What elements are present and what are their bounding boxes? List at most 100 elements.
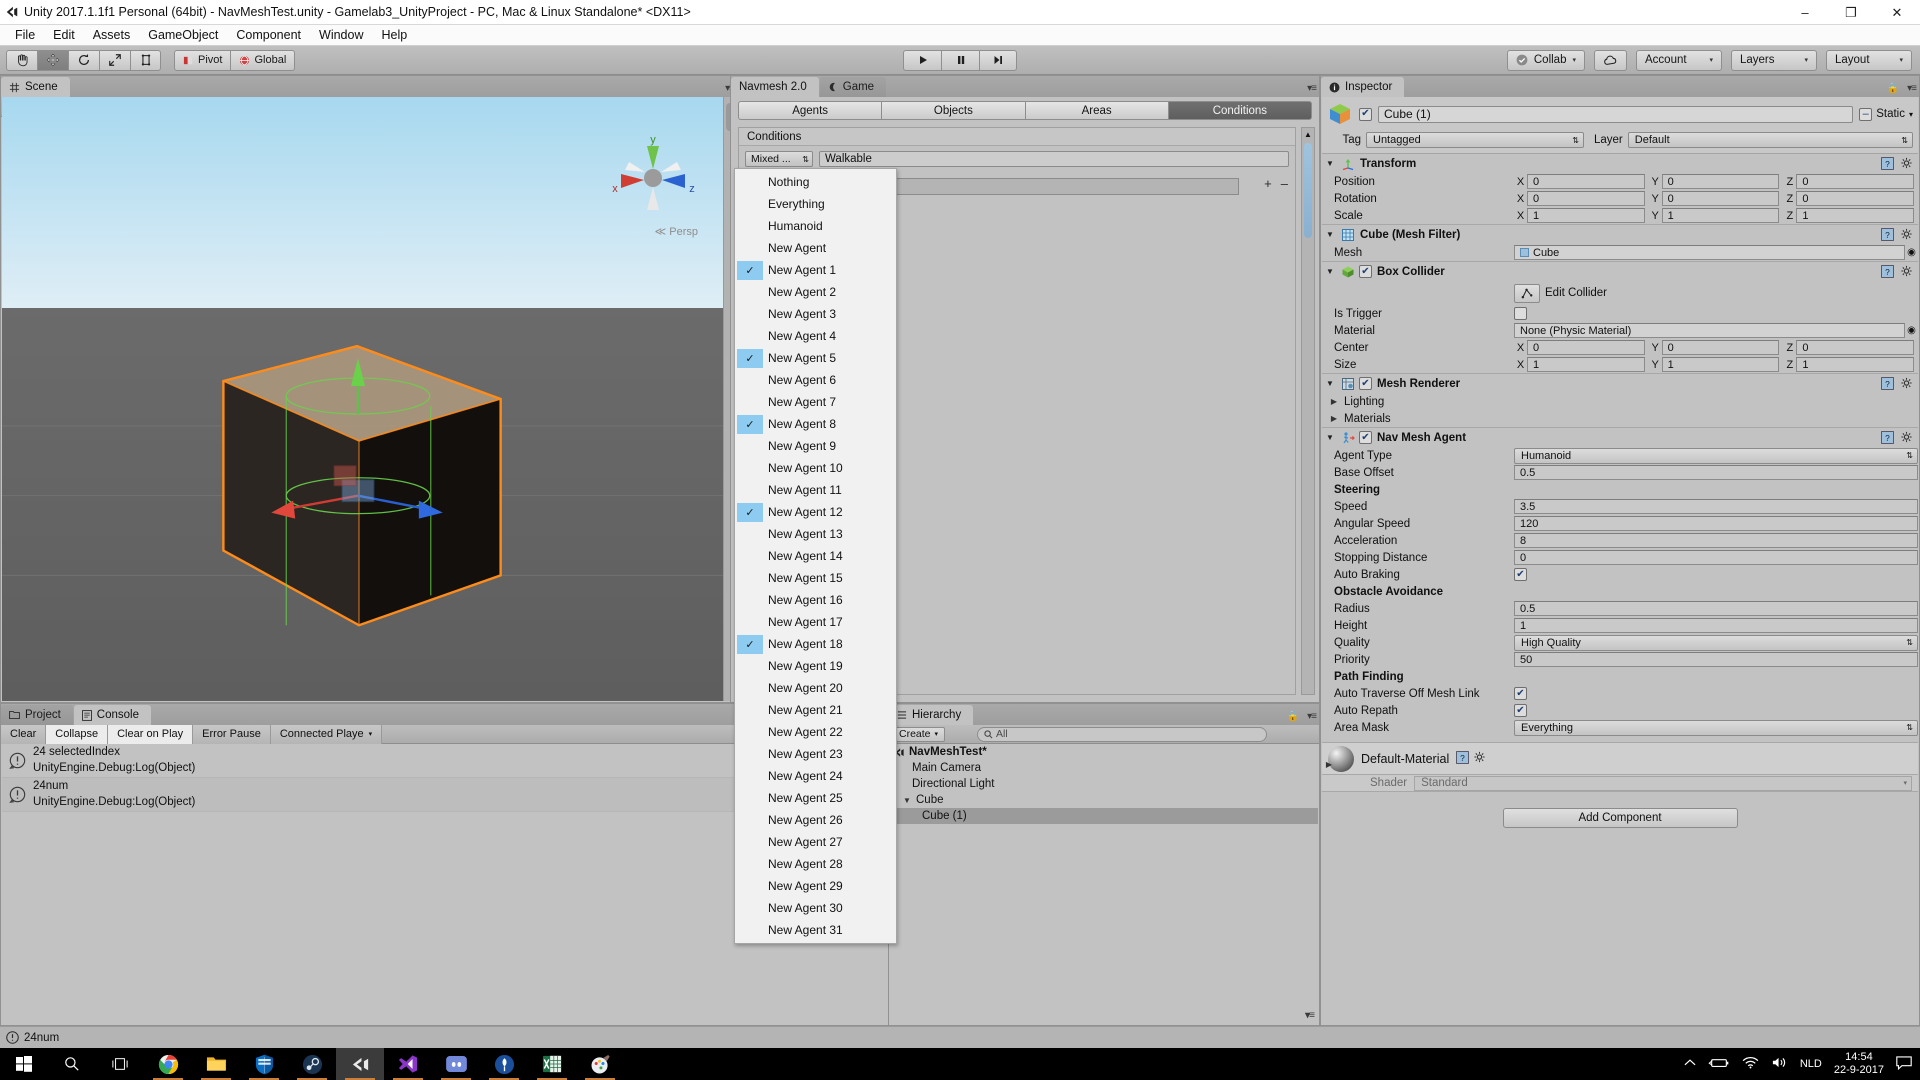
step-button[interactable] <box>979 49 1017 71</box>
gear-icon[interactable] <box>1900 431 1913 444</box>
dropdown-item-new-agent-29[interactable]: New Agent 29 <box>735 875 896 897</box>
scale-x-input[interactable]: 1 <box>1527 208 1645 223</box>
taskbar-windows-security[interactable] <box>240 1048 288 1080</box>
condition-list-box[interactable] <box>871 178 1239 195</box>
subtab-objects[interactable]: Objects <box>881 101 1025 120</box>
size-y-input[interactable]: 1 <box>1661 357 1780 372</box>
dropdown-item-new-agent-1[interactable]: ✓ New Agent 1 <box>735 259 896 281</box>
mesh-renderer-enabled-checkbox[interactable] <box>1359 377 1372 390</box>
console-clear-on-play-button[interactable]: Clear on Play <box>108 724 194 744</box>
nav-mesh-agent-header[interactable]: ▼ Nav Mesh Agent ? <box>1322 428 1918 447</box>
lock-icon[interactable]: 🔒 <box>1287 711 1299 722</box>
lighting-foldout[interactable]: ▶ Lighting <box>1322 393 1918 410</box>
stopping-distance-input[interactable]: 0 <box>1514 550 1918 565</box>
dropdown-item-new-agent-20[interactable]: New Agent 20 <box>735 677 896 699</box>
rect-tool-button[interactable] <box>130 49 161 71</box>
materials-foldout[interactable]: ▶ Materials <box>1322 410 1918 427</box>
auto-traverse-checkbox[interactable] <box>1514 687 1527 700</box>
scene-row-options-icon[interactable]: ▾≡ <box>1305 1010 1315 1021</box>
box-collider-header[interactable]: ▼ Box Collider ? <box>1322 262 1918 281</box>
subtab-areas[interactable]: Areas <box>1024 101 1168 120</box>
dropdown-item-new-agent-15[interactable]: New Agent 15 <box>735 567 896 589</box>
agent-type-dropdown[interactable]: Humanoid ⇅ <box>1514 447 1918 464</box>
account-button[interactable]: Account ▾ <box>1636 49 1722 71</box>
global-toggle-button[interactable]: Global <box>230 49 296 71</box>
agent-mask-dropdown-menu[interactable]: Nothing Everything Humanoid New Agent ✓ N… <box>734 168 897 944</box>
dropdown-item-new-agent-4[interactable]: New Agent 4 <box>735 325 896 347</box>
dropdown-item-new-agent-6[interactable]: New Agent 6 <box>735 369 896 391</box>
help-icon[interactable]: ? <box>1881 228 1894 241</box>
dropdown-item-new-agent-3[interactable]: New Agent 3 <box>735 303 896 325</box>
tab-navmesh[interactable]: Navmesh 2.0 <box>731 77 819 97</box>
dropdown-item-new-agent-11[interactable]: New Agent 11 <box>735 479 896 501</box>
object-name-input[interactable]: Cube (1) <box>1378 105 1854 123</box>
dropdown-item-new-agent[interactable]: New Agent <box>735 237 896 259</box>
help-icon[interactable]: ? <box>1881 377 1894 390</box>
static-checkbox[interactable] <box>1859 107 1873 121</box>
maximize-button[interactable]: ❐ <box>1828 0 1874 25</box>
console-connected-player-button[interactable]: Connected Playe ▾ <box>270 724 383 744</box>
menu-item-edit[interactable]: Edit <box>44 26 84 44</box>
menu-item-window[interactable]: Window <box>310 26 372 44</box>
status-bar[interactable]: 24num <box>0 1026 1920 1048</box>
tab-scene[interactable]: Scene <box>1 77 70 97</box>
help-icon[interactable]: ? <box>1881 265 1894 278</box>
gear-icon[interactable] <box>1900 265 1913 278</box>
help-icon[interactable]: ? <box>1881 157 1894 170</box>
menu-item-help[interactable]: Help <box>372 26 416 44</box>
expand-triangle-icon[interactable]: ▶ <box>1324 760 1334 769</box>
dropdown-item-new-agent-25[interactable]: New Agent 25 <box>735 787 896 809</box>
list-item[interactable]: Main Camera <box>890 760 1318 776</box>
object-enabled-checkbox[interactable] <box>1359 107 1372 121</box>
mesh-picker-icon[interactable]: ◉ <box>1905 247 1918 258</box>
edit-collider-button[interactable] <box>1514 283 1540 303</box>
help-icon[interactable]: ? <box>1456 750 1470 764</box>
position-y-input[interactable]: 0 <box>1661 174 1780 189</box>
material-header[interactable]: ▶ Default-Material ? <box>1322 743 1918 775</box>
agent-mask-dropdown[interactable]: Mixed ... ⇅ <box>745 151 813 167</box>
collapse-triangle-icon[interactable]: ▼ <box>1326 230 1336 239</box>
dropdown-item-new-agent-10[interactable]: New Agent 10 <box>735 457 896 479</box>
is-trigger-checkbox[interactable] <box>1514 307 1527 320</box>
menu-item-assets[interactable]: Assets <box>84 26 140 44</box>
add-condition-button[interactable]: + <box>1264 176 1272 191</box>
subtab-agents[interactable]: Agents <box>738 101 882 120</box>
volume-icon[interactable] <box>1771 1056 1788 1072</box>
dropdown-item-nothing[interactable]: Nothing <box>735 171 896 193</box>
add-component-button[interactable]: Add Component <box>1502 808 1738 828</box>
shader-dropdown[interactable]: Standard ▾ <box>1414 775 1912 791</box>
position-z-input[interactable]: 0 <box>1796 174 1915 189</box>
start-button[interactable] <box>0 1048 48 1080</box>
expand-triangle-icon[interactable]: ▼ <box>902 796 912 805</box>
menu-item-file[interactable]: File <box>6 26 44 44</box>
taskbar-steam[interactable] <box>288 1048 336 1080</box>
dropdown-item-new-agent-12[interactable]: ✓ New Agent 12 <box>735 501 896 523</box>
hierarchy-search-input[interactable]: All <box>977 726 1268 742</box>
box-collider-enabled-checkbox[interactable] <box>1359 265 1372 278</box>
console-collapse-button[interactable]: Collapse <box>46 724 109 744</box>
dropdown-item-new-agent-2[interactable]: New Agent 2 <box>735 281 896 303</box>
hierarchy-list[interactable]: NavMeshTest* ▾≡ Main Camera Directional … <box>890 744 1318 1024</box>
center-y-input[interactable]: 0 <box>1661 340 1780 355</box>
collapse-triangle-icon[interactable]: ▼ <box>1326 159 1336 168</box>
base-offset-input[interactable]: 0.5 <box>1514 465 1918 480</box>
auto-braking-checkbox[interactable] <box>1514 568 1527 581</box>
move-tool-button[interactable] <box>37 49 68 71</box>
layers-button[interactable]: Layers ▾ <box>1731 49 1817 71</box>
chevron-down-icon[interactable]: ▾ <box>1909 110 1913 119</box>
dropdown-item-new-agent-8[interactable]: ✓ New Agent 8 <box>735 413 896 435</box>
dropdown-item-everything[interactable]: Everything <box>735 193 896 215</box>
scene-projection-label[interactable]: ≪ Persp <box>655 225 698 238</box>
navmesh-scrollbar-thumb[interactable] <box>1304 143 1312 238</box>
dropdown-item-new-agent-30[interactable]: New Agent 30 <box>735 897 896 919</box>
subtab-conditions[interactable]: Conditions <box>1167 101 1312 120</box>
navmesh-scrollbar[interactable]: ▲ <box>1301 127 1315 695</box>
radius-input[interactable]: 0.5 <box>1514 601 1918 616</box>
collapse-triangle-icon[interactable]: ▼ <box>1326 379 1336 388</box>
dropdown-item-new-agent-28[interactable]: New Agent 28 <box>735 853 896 875</box>
taskbar-visual-studio[interactable] <box>384 1048 432 1080</box>
position-x-input[interactable]: 0 <box>1527 174 1645 189</box>
layer-dropdown[interactable]: Default ⇅ <box>1627 132 1913 148</box>
expand-triangle-icon[interactable]: ▶ <box>1329 397 1339 406</box>
collapse-triangle-icon[interactable]: ▼ <box>1326 433 1336 442</box>
